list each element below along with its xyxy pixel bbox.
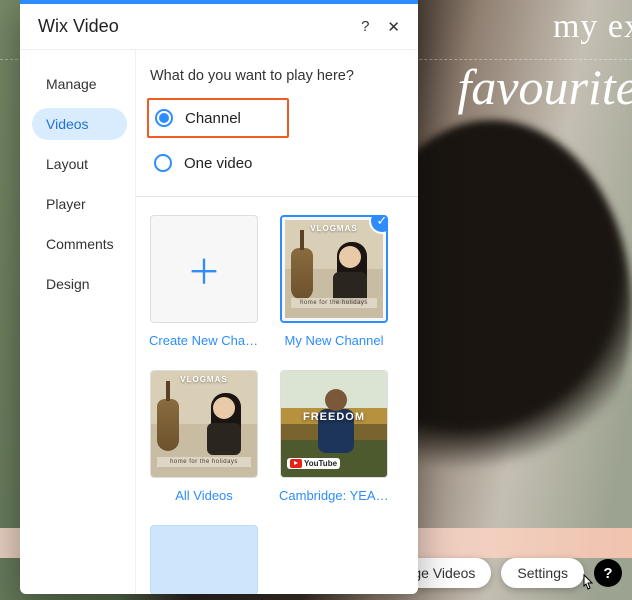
tile-create-new-channel[interactable]: ＋ Create New Channel — [150, 215, 258, 348]
hero-text-line1: my ex — [553, 8, 632, 46]
tile-cambridge[interactable]: FREEDOM YouTube Cambridge: YEAR … — [280, 370, 388, 503]
sidebar-item-manage[interactable]: Manage — [32, 68, 127, 100]
caption-overlay: home for the holidays — [291, 298, 377, 308]
radio-selected-icon — [155, 109, 173, 127]
vlogmas-overlay: VLOGMAS — [151, 375, 257, 384]
radio-unselected-icon — [154, 154, 172, 172]
highlighted-option: Channel — [147, 98, 289, 138]
tile-create-label: Create New Channel — [149, 333, 259, 348]
freedom-overlay: FREEDOM — [281, 411, 387, 423]
content-area: What do you want to play here? Channel O… — [135, 50, 418, 594]
radio-one-video[interactable]: One video — [150, 148, 404, 178]
youtube-label: YouTube — [304, 459, 337, 468]
radio-channel-label: Channel — [185, 110, 241, 127]
sidebar: Manage Videos Layout Player Comments Des… — [20, 50, 135, 594]
floating-action-bar: age Videos Settings ? — [390, 558, 622, 588]
caption-overlay: home for the holidays — [157, 457, 251, 467]
cambridge-thumb: FREEDOM YouTube — [280, 370, 388, 478]
radio-one-video-label: One video — [184, 155, 252, 172]
close-icon[interactable]: ✕ — [387, 18, 400, 36]
tile-all-videos[interactable]: VLOGMAS home for the holidays All Videos — [150, 370, 258, 503]
hero-text-line2: favourite — [457, 58, 632, 116]
sidebar-item-comments[interactable]: Comments — [32, 228, 127, 260]
vlogmas-overlay: VLOGMAS — [285, 224, 383, 233]
sidebar-item-player[interactable]: Player — [32, 188, 127, 220]
panel-header: Wix Video ? ✕ — [20, 4, 418, 50]
plus-icon: ＋ — [187, 245, 221, 294]
tile-partial[interactable] — [150, 525, 258, 594]
wix-video-panel: Wix Video ? ✕ Manage Videos Layout Playe… — [20, 0, 418, 594]
panel-help-icon[interactable]: ? — [361, 18, 369, 36]
my-new-channel-thumb: VLOGMAS home for the holidays ✓ — [280, 215, 388, 323]
tile-all-label: All Videos — [175, 488, 233, 503]
channel-grid: ＋ Create New Channel VLOGMAS home for th… — [150, 215, 404, 594]
tile-my-new-label: My New Channel — [285, 333, 384, 348]
panel-title: Wix Video — [38, 16, 119, 37]
youtube-icon — [290, 459, 302, 468]
partial-thumb — [150, 525, 258, 594]
radio-channel[interactable]: Channel — [151, 103, 245, 133]
all-videos-thumb: VLOGMAS home for the holidays — [150, 370, 258, 478]
sidebar-item-layout[interactable]: Layout — [32, 148, 127, 180]
help-button[interactable]: ? — [594, 559, 622, 587]
divider — [136, 196, 418, 197]
tile-my-new-channel[interactable]: VLOGMAS home for the holidays ✓ My New C… — [280, 215, 388, 348]
sidebar-item-design[interactable]: Design — [32, 268, 127, 300]
settings-button[interactable]: Settings — [501, 558, 584, 588]
sidebar-item-videos[interactable]: Videos — [32, 108, 127, 140]
tile-cambridge-label: Cambridge: YEAR … — [279, 488, 389, 503]
youtube-badge: YouTube — [287, 458, 340, 469]
create-channel-thumb: ＋ — [150, 215, 258, 323]
question-label: What do you want to play here? — [150, 68, 404, 84]
